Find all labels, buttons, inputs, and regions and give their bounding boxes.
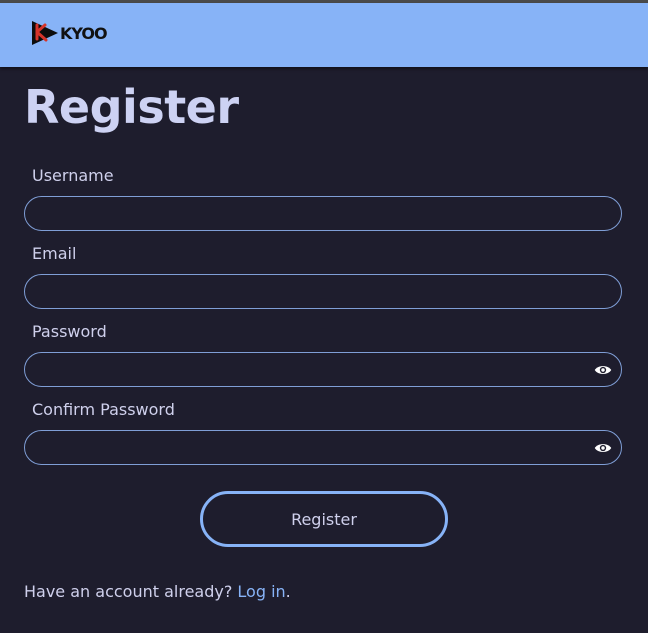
logo-text: KYOO xyxy=(60,23,108,43)
login-prompt-suffix: . xyxy=(285,582,291,601)
login-prompt-text: Have an account already? xyxy=(24,582,238,601)
username-input[interactable] xyxy=(25,197,621,230)
email-label: Email xyxy=(32,244,77,263)
login-link[interactable]: Log in xyxy=(237,582,285,601)
page-title: Register xyxy=(24,80,239,134)
password-input[interactable] xyxy=(25,353,621,386)
confirm-password-input[interactable] xyxy=(25,431,621,464)
play-logo-icon xyxy=(32,21,58,45)
username-field-container xyxy=(24,196,622,231)
confirm-password-field-container xyxy=(24,430,622,465)
app-header: KYOO xyxy=(0,3,648,67)
email-input[interactable] xyxy=(25,275,621,308)
eye-icon[interactable] xyxy=(594,440,612,456)
password-field-container xyxy=(24,352,622,387)
eye-icon[interactable] xyxy=(594,362,612,378)
kyoo-logo[interactable]: KYOO xyxy=(31,19,108,47)
email-field-container xyxy=(24,274,622,309)
login-prompt: Have an account already? Log in. xyxy=(24,582,291,601)
username-label: Username xyxy=(32,166,114,185)
register-button[interactable]: Register xyxy=(200,491,448,547)
confirm-password-label: Confirm Password xyxy=(32,400,175,419)
password-label: Password xyxy=(32,322,107,341)
